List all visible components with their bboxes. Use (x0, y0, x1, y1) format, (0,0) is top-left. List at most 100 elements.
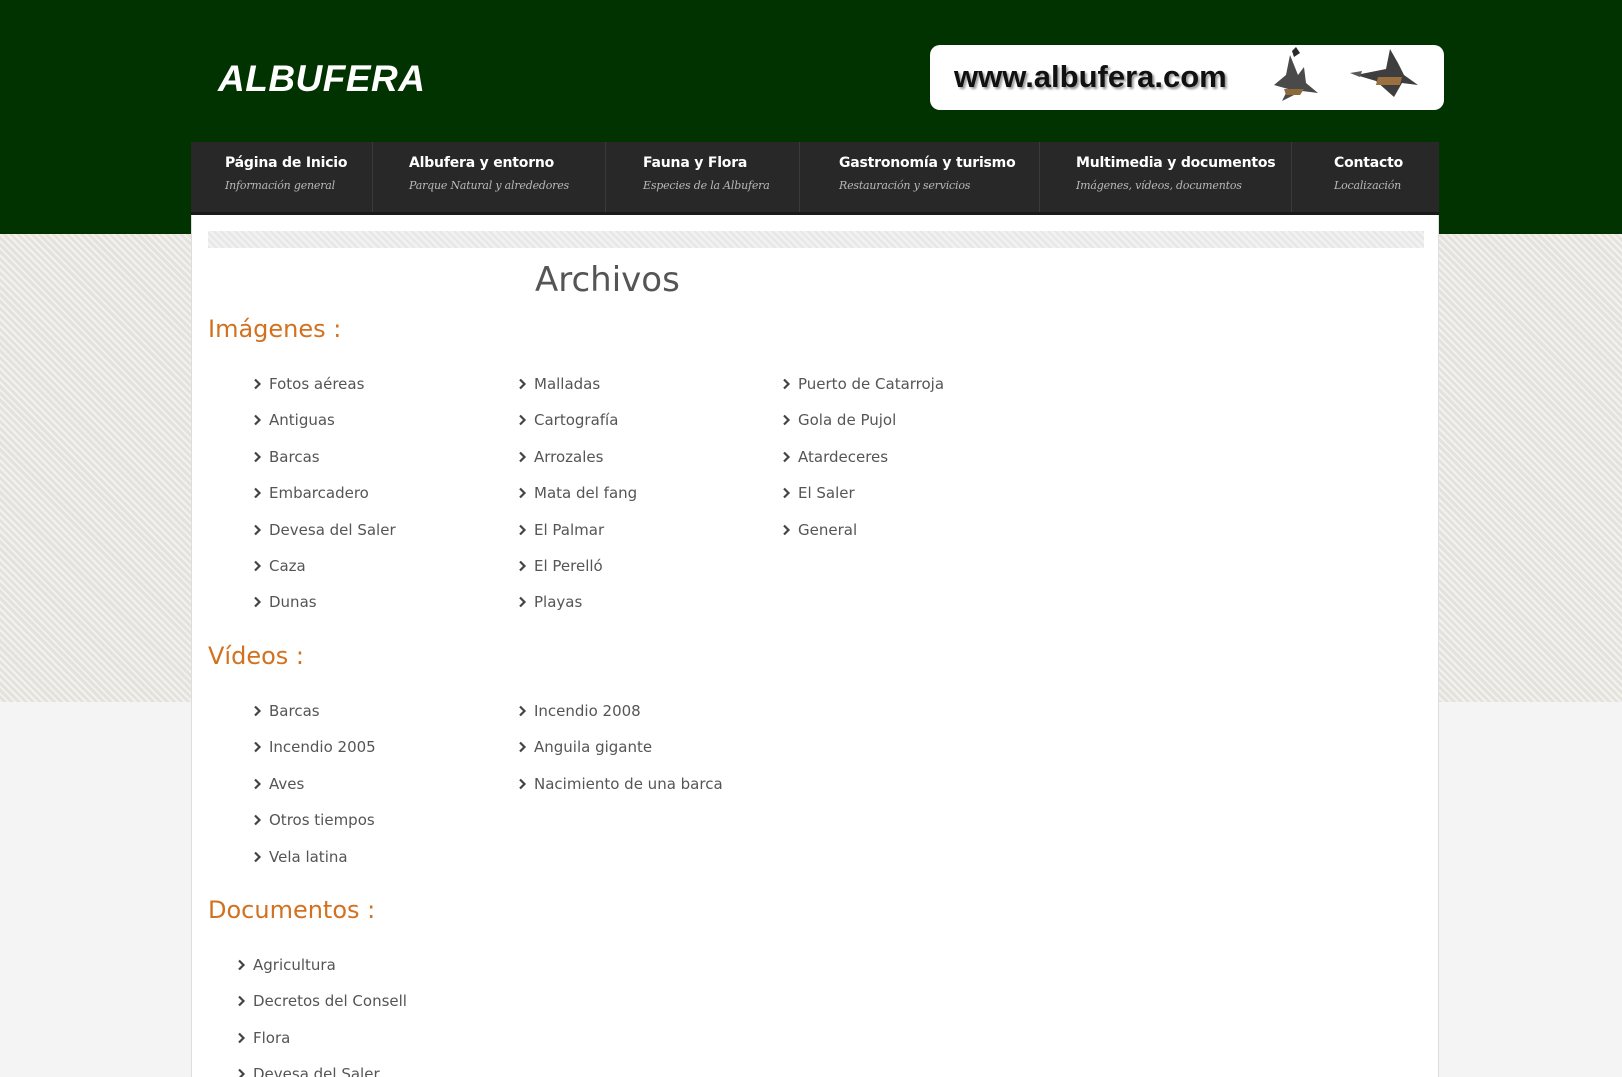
list-item-link[interactable]: Nacimiento de una barca (534, 775, 723, 793)
list-item-link[interactable]: Gola de Pujol (798, 411, 896, 429)
list-item[interactable]: Decretos del Consell (237, 989, 407, 1025)
list-item[interactable]: Aves (253, 772, 376, 808)
nav-item-inicio[interactable]: Página de Inicio Información general (225, 142, 348, 212)
list-item-link[interactable]: Anguila gigante (534, 738, 652, 756)
list-item-link[interactable]: Agricultura (253, 956, 336, 974)
list-item[interactable]: Mata del fang (518, 481, 637, 517)
list-item-link[interactable]: General (798, 521, 857, 539)
list-item[interactable]: Cartografía (518, 408, 637, 444)
list-item[interactable]: Malladas (518, 372, 637, 408)
list-item[interactable]: El Saler (782, 481, 944, 517)
chevron-right-icon (254, 742, 262, 753)
nav-item-contacto[interactable]: Contacto Localización (1334, 142, 1403, 212)
nav-divider (605, 142, 606, 212)
nav-item-title: Página de Inicio (225, 155, 348, 171)
list-item-link[interactable]: Arrozales (534, 448, 603, 466)
list-item[interactable]: El Palmar (518, 518, 637, 554)
section-title-videos: Vídeos : (208, 642, 304, 670)
list-item[interactable]: Devesa del Saler (253, 518, 396, 554)
list-item-link[interactable]: Antiguas (269, 411, 335, 429)
list-item-link[interactable]: Mata del fang (534, 484, 637, 502)
list-item[interactable]: Fotos aéreas (253, 372, 396, 408)
nav-item-fauna-flora[interactable]: Fauna y Flora Especies de la Albufera (643, 142, 770, 212)
section-title-documentos: Documentos : (208, 896, 376, 924)
list-item[interactable]: Embarcadero (253, 481, 396, 517)
list-item[interactable]: Gola de Pujol (782, 408, 944, 444)
list-item[interactable]: El Perelló (518, 554, 637, 590)
chevron-right-icon (254, 487, 262, 499)
list-item[interactable]: Vela latina (253, 845, 376, 881)
list-item-link[interactable]: Incendio 2008 (534, 702, 641, 720)
list-item[interactable]: Barcas (253, 445, 396, 481)
chevron-right-icon (254, 851, 262, 862)
chevron-right-icon (238, 1032, 246, 1044)
list-item-link[interactable]: Flora (253, 1029, 290, 1047)
list-item[interactable]: Playas (518, 590, 637, 626)
list-item[interactable]: Agricultura (237, 953, 407, 989)
nav-item-albufera[interactable]: Albufera y entorno Parque Natural y alre… (409, 142, 569, 212)
chevron-right-icon (254, 778, 262, 790)
nav-item-gastronomia[interactable]: Gastronomía y turismo Restauración y ser… (839, 142, 1016, 212)
list-item-link[interactable]: El Perelló (534, 557, 603, 575)
list-item-link[interactable]: Barcas (269, 448, 320, 466)
list-item[interactable]: Flora (237, 1026, 407, 1062)
list-item-link[interactable]: Fotos aéreas (269, 375, 364, 393)
chevron-right-icon (254, 378, 262, 390)
chevron-right-icon (254, 814, 262, 826)
chevron-right-icon (783, 415, 791, 426)
chevron-right-icon (519, 742, 527, 753)
list-item-link[interactable]: Malladas (534, 375, 600, 393)
nav-divider (1291, 142, 1292, 212)
site-logo[interactable]: ALBUFERA (218, 58, 425, 100)
list-item-link[interactable]: El Palmar (534, 521, 604, 539)
list-item-link[interactable]: Barcas (269, 702, 320, 720)
list-item-link[interactable]: Vela latina (269, 848, 348, 866)
list-item[interactable]: Atardeceres (782, 445, 944, 481)
list-item-link[interactable]: Devesa del Saler (253, 1065, 380, 1077)
list-item[interactable]: Anguila gigante (518, 735, 723, 771)
chevron-right-icon (519, 560, 527, 572)
chevron-right-icon (783, 451, 791, 463)
site-banner[interactable]: www.albufera.com (930, 45, 1444, 110)
videos-list-col2: Incendio 2008 Anguila gigante Nacimiento… (518, 699, 723, 808)
duck-illustration-icon (1274, 47, 1318, 101)
list-item[interactable]: Antiguas (253, 408, 396, 444)
chevron-right-icon (519, 597, 527, 608)
list-item-link[interactable]: Playas (534, 593, 582, 611)
list-item-link[interactable]: El Saler (798, 484, 855, 502)
list-item-link[interactable]: Aves (269, 775, 304, 793)
duck-illustration-icon (1350, 49, 1418, 97)
list-item[interactable]: Barcas (253, 699, 376, 735)
list-item-link[interactable]: Caza (269, 557, 306, 575)
page-title: Archivos (535, 260, 680, 300)
chevron-right-icon (519, 487, 527, 499)
chevron-right-icon (519, 378, 527, 390)
list-item[interactable]: Incendio 2005 (253, 735, 376, 771)
list-item-link[interactable]: Atardeceres (798, 448, 888, 466)
list-item[interactable]: Arrozales (518, 445, 637, 481)
nav-divider (372, 142, 373, 212)
nav-item-multimedia[interactable]: Multimedia y documentos Imágenes, vídeos… (1076, 142, 1276, 212)
list-item[interactable]: Devesa del Saler (237, 1062, 407, 1077)
list-item[interactable]: Nacimiento de una barca (518, 772, 723, 808)
list-item-link[interactable]: Devesa del Saler (269, 521, 396, 539)
nav-item-title: Fauna y Flora (643, 155, 748, 171)
list-item[interactable]: Otros tiempos (253, 808, 376, 844)
chevron-right-icon (783, 487, 791, 499)
list-item-link[interactable]: Cartografía (534, 411, 618, 429)
list-item[interactable]: Puerto de Catarroja (782, 372, 944, 408)
list-item[interactable]: General (782, 518, 944, 554)
list-item-link[interactable]: Decretos del Consell (253, 992, 407, 1010)
list-item-link[interactable]: Embarcadero (269, 484, 369, 502)
list-item-link[interactable]: Otros tiempos (269, 811, 375, 829)
list-item-link[interactable]: Dunas (269, 593, 317, 611)
list-item-link[interactable]: Puerto de Catarroja (798, 375, 944, 393)
chevron-right-icon (519, 451, 527, 463)
list-item[interactable]: Incendio 2008 (518, 699, 723, 735)
nav-item-subtitle: Parque Natural y alrededores (409, 179, 569, 192)
list-item-link[interactable]: Incendio 2005 (269, 738, 376, 756)
list-item[interactable]: Caza (253, 554, 396, 590)
chevron-right-icon (238, 996, 246, 1007)
nav-divider (799, 142, 800, 212)
list-item[interactable]: Dunas (253, 590, 396, 626)
